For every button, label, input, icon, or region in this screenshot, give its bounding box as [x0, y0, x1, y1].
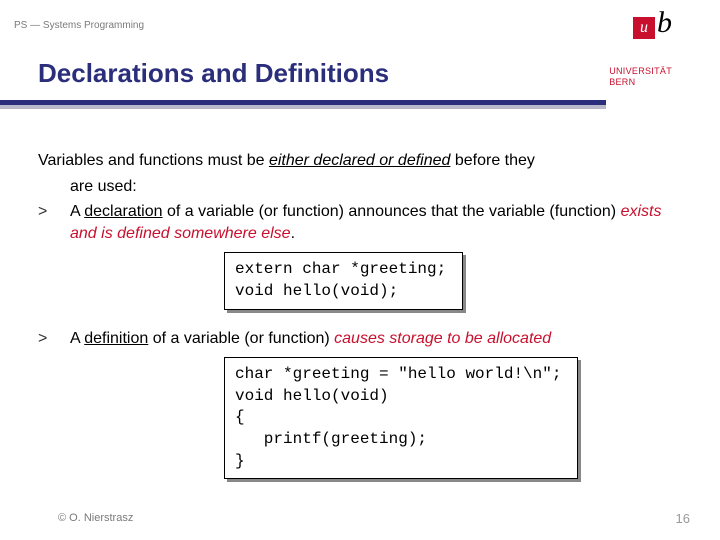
bullet-2-text: A definition of a variable (or function)… [70, 328, 690, 350]
bullet-sym: > [38, 201, 70, 244]
b2-t2: of a variable (or function) [148, 330, 334, 347]
b2-u: definition [84, 330, 148, 347]
logo-b-letter: b [657, 6, 672, 39]
university-logo: ub [633, 8, 672, 39]
course-header: PS — Systems Programming [14, 20, 144, 31]
code-block-2-wrap: char *greeting = "hello world!\n"; void … [224, 357, 690, 479]
b1-t3: . [291, 225, 295, 242]
code-block-1: extern char *greeting; void hello(void); [224, 252, 463, 309]
slide: PS — Systems Programming ub UNIVERSITÄT … [0, 0, 720, 540]
code-block-1-wrap: extern char *greeting; void hello(void); [224, 252, 690, 309]
bullet-1-text: A declaration of a variable (or function… [70, 201, 690, 244]
intro-post: before they [450, 152, 535, 169]
b1-u: declaration [84, 203, 162, 220]
intro-pre: Variables and functions must be [38, 152, 269, 169]
b2-em: causes storage to be allocated [334, 330, 551, 347]
slide-body: Variables and functions must be either d… [38, 150, 690, 479]
stripe-light [0, 105, 606, 109]
slide-title: Declarations and Definitions [38, 58, 389, 89]
bullet-sym: > [38, 328, 70, 350]
intro-emph: either declared or defined [269, 152, 450, 169]
code-block-2: char *greeting = "hello world!\n"; void … [224, 357, 578, 479]
intro-line: Variables and functions must be either d… [38, 150, 690, 172]
footer-page-number: 16 [676, 511, 690, 526]
b1-t2: of a variable (or function) announces th… [163, 203, 621, 220]
logo-u-badge: u [633, 17, 655, 39]
b1-t1: A [70, 203, 84, 220]
title-bar: Declarations and Definitions [0, 48, 720, 112]
logo-b: ub [633, 8, 672, 39]
footer-copyright: © O. Nierstrasz [58, 512, 133, 524]
intro-line2: are used: [70, 176, 690, 198]
bullet-2: > A definition of a variable (or functio… [38, 328, 690, 350]
bullet-1: > A declaration of a variable (or functi… [38, 201, 690, 244]
b2-t1: A [70, 330, 84, 347]
